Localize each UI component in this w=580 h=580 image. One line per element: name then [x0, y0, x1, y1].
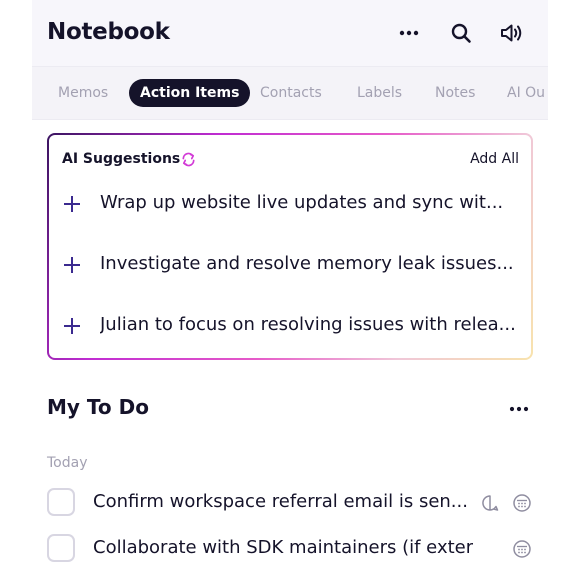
- calendar-icon[interactable]: [512, 539, 532, 559]
- ai-suggestions-title: AI Suggestions: [62, 151, 181, 167]
- tab-memos[interactable]: Memos: [58, 79, 108, 107]
- todo-text[interactable]: Collaborate with SDK maintainers (if ext…: [93, 537, 473, 558]
- plus-icon[interactable]: [61, 193, 83, 215]
- notebook-panel: Notebook Memos Action Items Contacts Lab…: [32, 0, 548, 580]
- plus-icon[interactable]: [61, 254, 83, 276]
- suggestion-item[interactable]: Julian to focus on resolving issues with…: [61, 311, 523, 341]
- ai-suggestions-card: AI Suggestions Add All Wrap up website l…: [47, 133, 533, 360]
- tab-contacts[interactable]: Contacts: [260, 79, 322, 107]
- header: Notebook: [32, 0, 548, 66]
- more-icon[interactable]: [396, 20, 422, 46]
- tab-notes[interactable]: Notes: [435, 79, 475, 107]
- calendar-icon[interactable]: [512, 493, 532, 513]
- todo-item: Confirm workspace referral email is sen.…: [47, 488, 533, 520]
- refresh-icon[interactable]: [180, 151, 197, 168]
- comment-icon[interactable]: [480, 493, 500, 513]
- add-all-button[interactable]: Add All: [470, 151, 519, 167]
- tab-labels[interactable]: Labels: [357, 79, 402, 107]
- suggestion-text: Investigate and resolve memory leak issu…: [100, 253, 514, 274]
- todo-section-title: My To Do: [47, 395, 149, 419]
- tab-bar: Memos Action Items Contacts Labels Notes…: [32, 66, 548, 120]
- todo-item: Collaborate with SDK maintainers (if ext…: [47, 534, 533, 566]
- suggestion-item[interactable]: Wrap up website live updates and sync wi…: [61, 189, 523, 219]
- plus-icon[interactable]: [61, 315, 83, 337]
- suggestion-item[interactable]: Investigate and resolve memory leak issu…: [61, 250, 523, 280]
- speaker-icon[interactable]: [498, 20, 524, 46]
- group-label-today: Today: [47, 455, 88, 471]
- suggestion-text: Julian to focus on resolving issues with…: [100, 314, 515, 335]
- todo-checkbox[interactable]: [47, 488, 75, 516]
- todo-checkbox[interactable]: [47, 534, 75, 562]
- todo-text[interactable]: Confirm workspace referral email is sen.…: [93, 491, 473, 512]
- tab-ai-outline[interactable]: AI Ou: [507, 79, 545, 107]
- todo-more-icon[interactable]: [506, 396, 532, 422]
- page-title: Notebook: [47, 19, 170, 45]
- tab-action-items[interactable]: Action Items: [129, 79, 251, 107]
- search-icon[interactable]: [448, 20, 474, 46]
- suggestion-text: Wrap up website live updates and sync wi…: [100, 192, 504, 213]
